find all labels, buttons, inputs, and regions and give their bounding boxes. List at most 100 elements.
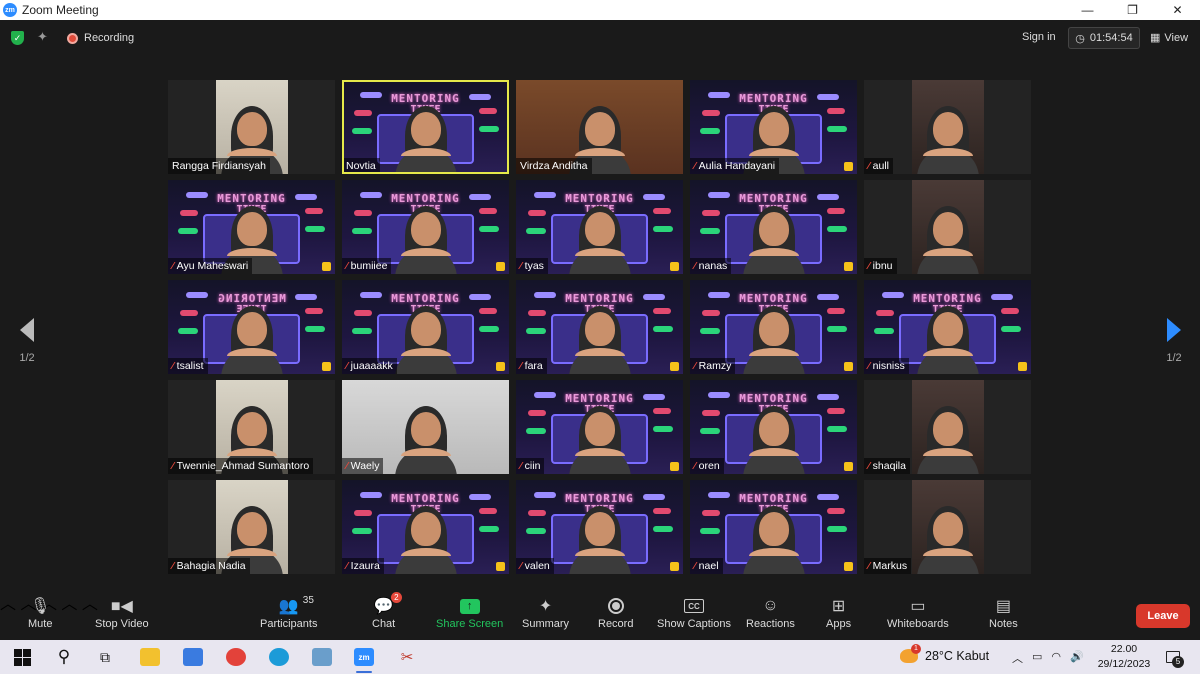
video-camera-icon: ■◀ [110, 598, 133, 615]
chat-button[interactable]: 💬 2 Chat [372, 592, 402, 638]
closed-captions-icon: CC [684, 599, 704, 613]
whiteboards-button[interactable]: ▭ Whiteboards [887, 594, 949, 638]
participant-tile[interactable]: MENTORINGTIMEE⁄nisniss [864, 280, 1031, 374]
participant-tile[interactable]: MENTORINGTIMEE⁄ciin [516, 380, 683, 474]
microsoft-store-icon[interactable] [181, 645, 205, 669]
participant-tile[interactable]: MENTORINGTIMEE⁄juaaaakk [342, 280, 509, 374]
leave-button[interactable]: Leave [1136, 604, 1190, 628]
participant-tile[interactable]: MENTORINGTIMEE⁄fara [516, 280, 683, 374]
participant-tile[interactable]: ⁄ aull [864, 80, 1031, 174]
participant-nameplate: ⁄ Ramzy [690, 358, 736, 374]
reactions-button[interactable]: ☺ Reactions [746, 594, 795, 638]
volume-icon[interactable]: 🔊 [1070, 650, 1084, 666]
participant-tile[interactable]: Rangga Firdiansyah [168, 80, 335, 174]
participant-tile[interactable]: MENTORINGTIMEE⁄tsalist [168, 280, 335, 374]
participant-name: Rangga Firdiansyah [172, 160, 266, 172]
participant-video [217, 304, 287, 374]
participant-nameplate: ⁄ ibnu [864, 258, 897, 274]
participant-tile[interactable]: MENTORINGTIMEENovtia [342, 80, 509, 174]
muted-mic-icon: ⁄ [172, 560, 174, 572]
participant-tile[interactable]: ⁄ Bahagia Nadia [168, 480, 335, 574]
participant-name: nael [698, 560, 719, 572]
apps-icon: ⊞ [831, 598, 846, 615]
participant-nameplate: ⁄ shaqila [864, 458, 910, 474]
participant-name: oren [698, 460, 720, 472]
participant-tile[interactable]: MENTORINGTIMEE⁄tyas [516, 180, 683, 274]
mute-label: Mute [28, 618, 53, 630]
close-button[interactable]: ✕ [1155, 0, 1200, 20]
muted-mic-icon: ⁄ [868, 160, 870, 172]
notes-label: Notes [989, 618, 1018, 630]
edge-icon[interactable] [267, 645, 291, 669]
meeting-timer[interactable]: ◷ 01:54:54 [1068, 27, 1140, 49]
participant-tile[interactable]: Virdza Anditha [516, 80, 683, 174]
minimize-button[interactable]: — [1065, 0, 1110, 20]
clock-icon: ◷ [1075, 32, 1085, 45]
notes-button[interactable]: ▤ Notes [989, 594, 1018, 638]
shield-icon[interactable]: ✓ [11, 31, 24, 45]
record-button[interactable]: Record [598, 594, 633, 638]
participant-tile[interactable]: MENTORINGTIMEE⁄nael [690, 480, 857, 574]
participant-tile[interactable]: ⁄ shaqila [864, 380, 1031, 474]
apps-button[interactable]: ⊞ Apps [826, 594, 851, 638]
windows-start-icon[interactable] [10, 645, 34, 669]
snipping-tool-icon[interactable]: ✂ [395, 645, 419, 669]
notification-center-button[interactable]: 5 [1162, 648, 1184, 668]
participant-tile[interactable]: ⁄ Twennie_Ahmad Sumantoro [168, 380, 335, 474]
windows-taskbar: ⚲ ⧉ zm ✂ 28°C Kabut ︿ ▭ ◠ 🔊 22.00 29/12/… [0, 640, 1200, 674]
reaction-icon [844, 162, 853, 171]
participant-tile[interactable]: MENTORINGTIMEE⁄bumiiee [342, 180, 509, 274]
participants-label: Participants [260, 618, 318, 630]
muted-mic-icon: ⁄ [520, 260, 522, 272]
participant-nameplate: ⁄ Waely [342, 458, 384, 474]
reaction-icon [844, 262, 853, 271]
recording-indicator[interactable]: Recording [67, 32, 134, 44]
participant-tile[interactable]: MENTORINGTIMEE⁄Aulia Handayani [690, 80, 857, 174]
share-screen-button[interactable]: ↑ Share Screen [436, 594, 503, 638]
participant-name: Aulia Handayani [698, 160, 776, 172]
next-page-button[interactable]: 1/2 [1163, 318, 1185, 364]
muted-mic-icon: ⁄ [346, 460, 348, 472]
photos-icon[interactable] [310, 645, 334, 669]
participant-tile[interactable]: MENTORINGTIMEE⁄Izaura [342, 480, 509, 574]
participant-tile[interactable]: ⁄ Waely [342, 380, 509, 474]
participant-tile[interactable]: ⁄ Markus [864, 480, 1031, 574]
sign-in-link[interactable]: Sign in [1022, 31, 1056, 43]
participant-tile[interactable]: MENTORINGTIMEE⁄valen [516, 480, 683, 574]
prev-page-button[interactable]: 1/2 [16, 318, 38, 364]
show-captions-button[interactable]: CC Show Captions [657, 594, 731, 638]
chat-label: Chat [372, 618, 396, 630]
summary-button[interactable]: ✦ Summary [522, 594, 569, 638]
file-explorer-icon[interactable] [138, 645, 162, 669]
participant-video [391, 204, 461, 274]
participant-name: juaaaakk [350, 360, 393, 372]
task-view-icon[interactable]: ⧉ [93, 645, 117, 669]
stop-video-button[interactable]: ■◀ Stop Video [95, 594, 149, 638]
view-button[interactable]: ▦ View [1150, 31, 1188, 45]
sparkle-icon[interactable]: ✦ [37, 29, 48, 45]
participant-tile[interactable]: MENTORINGTIMEE⁄Ramzy [690, 280, 857, 374]
chevron-up-icon[interactable]: ︿ [1012, 650, 1023, 666]
participant-video [739, 504, 809, 574]
audio-options-caret-icon[interactable]: ︿ [0, 596, 16, 613]
participant-tile[interactable]: MENTORINGTIMEE⁄oren [690, 380, 857, 474]
muted-mic-icon: ⁄ [520, 360, 522, 372]
chrome-icon[interactable] [224, 645, 248, 669]
participant-tile[interactable]: ⁄ ibnu [864, 180, 1031, 274]
weather-widget[interactable]: 28°C Kabut [900, 644, 989, 663]
participant-tile[interactable]: MENTORINGTIMEE⁄Ayu Maheswari [168, 180, 335, 274]
share-screen-label: Share Screen [436, 618, 504, 630]
participant-nameplate: ⁄ nael [690, 558, 723, 574]
taskbar-clock[interactable]: 22.00 29/12/2023 [1096, 642, 1152, 672]
search-icon[interactable]: ⚲ [52, 645, 76, 669]
battery-icon[interactable]: ▭ [1032, 650, 1042, 666]
participants-button[interactable]: 👥 35 Participants [260, 594, 317, 638]
chat-caret-icon[interactable]: ︿ [61, 596, 77, 613]
muted-mic-icon: ⁄ [346, 260, 348, 272]
restore-button[interactable]: ❐ [1110, 0, 1155, 20]
wifi-icon[interactable]: ◠ [1051, 650, 1061, 666]
zoom-taskbar-icon[interactable]: zm [352, 645, 376, 673]
muted-mic-icon: ⁄ [694, 260, 696, 272]
mute-button[interactable]: 🎙 Mute [28, 594, 52, 638]
participant-tile[interactable]: MENTORINGTIMEE⁄nanas [690, 180, 857, 274]
